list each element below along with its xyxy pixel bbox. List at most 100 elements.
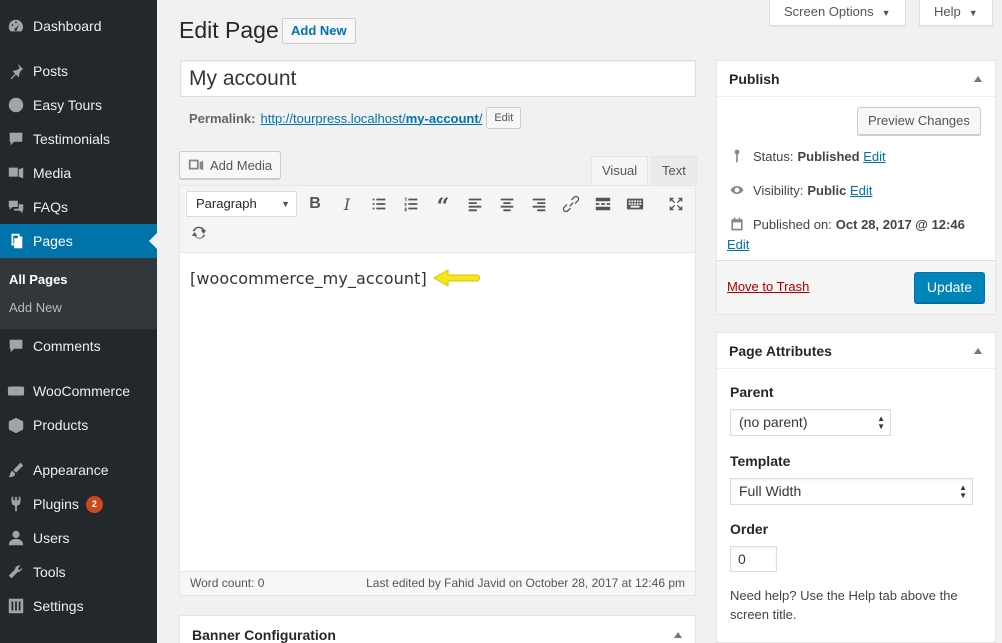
caret-up-icon[interactable]: [974, 76, 982, 82]
bold-button[interactable]: B: [303, 192, 327, 216]
read-more-icon: [595, 197, 611, 211]
page-attributes-header[interactable]: Page Attributes: [717, 333, 995, 369]
fullscreen-button[interactable]: [664, 192, 688, 216]
sidebar-item-label: Media: [33, 165, 72, 181]
pages-submenu: All Pages Add New: [0, 258, 157, 329]
status-value: Published: [797, 148, 860, 164]
status-edit-link[interactable]: Edit: [863, 149, 885, 164]
help-tab[interactable]: Help ▼: [919, 0, 993, 26]
permalink-edit-button[interactable]: Edit: [486, 107, 522, 129]
sidebar-item-pages[interactable]: Pages: [0, 224, 157, 258]
link-icon: [562, 195, 580, 213]
align-right-button[interactable]: [527, 192, 551, 216]
permalink-trailing: /: [478, 110, 483, 126]
bullet-list-button[interactable]: [367, 192, 391, 216]
globe-icon: [6, 95, 26, 115]
sidebar-item-media[interactable]: Media: [0, 156, 157, 190]
format-select-value: Paragraph: [196, 196, 257, 211]
published-edit-link[interactable]: Edit: [727, 237, 749, 252]
submenu-all-pages[interactable]: All Pages: [9, 272, 68, 287]
sidebar-item-comments[interactable]: Comments: [0, 329, 157, 363]
blockquote-button[interactable]: “: [431, 192, 455, 220]
numbered-list-button[interactable]: [399, 192, 423, 216]
published-on-row: Published on: Oct 28, 2017 @ 12:46: [729, 216, 965, 232]
order-label: Order: [730, 521, 769, 537]
align-left-icon: [468, 198, 482, 212]
post-title-input[interactable]: My account: [180, 60, 696, 97]
caret-down-icon: ▼: [281, 199, 290, 209]
sidebar-item-label: Posts: [33, 63, 69, 79]
parent-select[interactable]: (no parent) ▲ ▼: [730, 409, 891, 436]
add-new-button[interactable]: Add New: [282, 18, 356, 44]
bold-icon: B: [309, 195, 321, 212]
sidebar-item-plugins[interactable]: Plugins 2: [0, 487, 157, 521]
caret-down-icon: ▼: [881, 8, 891, 18]
screen-options-tab[interactable]: Screen Options ▼: [769, 0, 906, 26]
publish-box-header[interactable]: Publish: [717, 61, 995, 97]
comment-lines-icon: [6, 129, 26, 149]
order-input[interactable]: 0: [730, 546, 777, 572]
sidebar-item-faqs[interactable]: FAQs: [0, 190, 157, 224]
template-label: Template: [730, 453, 791, 469]
user-icon: [6, 528, 26, 548]
sidebar-item-settings[interactable]: Settings: [0, 589, 157, 623]
sidebar-item-label: WooCommerce: [33, 383, 130, 399]
sidebar-item-posts[interactable]: Posts: [0, 54, 157, 88]
format-select[interactable]: Paragraph ▼: [186, 191, 297, 217]
preview-changes-button[interactable]: Preview Changes: [857, 107, 981, 135]
caret-up-icon[interactable]: [974, 348, 982, 354]
page-attributes-title: Page Attributes: [729, 343, 832, 359]
visibility-edit-link[interactable]: Edit: [850, 183, 872, 198]
sidebar-item-label: Dashboard: [33, 18, 102, 34]
editor-content-area[interactable]: [woocommerce_my_account]: [180, 253, 695, 571]
sidebar-item-products[interactable]: Products: [0, 408, 157, 442]
banner-box-title: Banner Configuration: [192, 627, 336, 643]
editor-toolbar: Paragraph ▼ B I “: [180, 186, 695, 253]
last-edited: Last edited by Fahid Javid on October 28…: [366, 576, 685, 590]
tab-text[interactable]: Text: [651, 156, 697, 186]
italic-icon: I: [343, 194, 351, 214]
read-more-button[interactable]: [591, 192, 615, 216]
submenu-add-new[interactable]: Add New: [9, 300, 62, 315]
insert-link-button[interactable]: [559, 192, 583, 216]
updown-icon: ▲ ▼: [959, 482, 967, 500]
sidebar-item-label: Appearance: [33, 462, 109, 478]
sidebar-item-woocommerce[interactable]: WooCommerce: [0, 374, 157, 408]
refresh-icon: [191, 226, 207, 239]
align-left-button[interactable]: [463, 192, 487, 216]
add-media-button[interactable]: Add Media: [179, 151, 282, 179]
template-select[interactable]: Full Width ▲ ▼: [730, 478, 973, 505]
italic-button[interactable]: I: [335, 192, 359, 216]
banner-configuration-box[interactable]: Banner Configuration: [179, 615, 696, 643]
quote-icon: “: [436, 194, 450, 220]
sidebar-item-dashboard[interactable]: Dashboard: [0, 9, 157, 43]
page-title: Edit Page: [179, 17, 279, 43]
update-button[interactable]: Update: [914, 272, 985, 303]
move-to-trash-link[interactable]: Move to Trash: [727, 279, 809, 294]
permalink-url[interactable]: http://tourpress.localhost/my-account/: [260, 111, 482, 126]
numbered-list-icon: [404, 197, 418, 212]
visibility-row: Visibility: Public Edit: [729, 182, 872, 198]
align-center-button[interactable]: [495, 192, 519, 216]
update-count-badge: 2: [85, 495, 103, 513]
toolbar-toggle-button[interactable]: [623, 192, 647, 216]
editor-status-bar: Word count: 0 Last edited by Fahid Javid…: [180, 571, 695, 595]
sidebar-item-label: Users: [33, 530, 70, 546]
bullet-list-icon: [372, 198, 386, 210]
align-center-icon: [500, 198, 514, 212]
plug-icon: [6, 494, 26, 514]
sidebar-item-tools[interactable]: Tools: [0, 555, 157, 589]
pin-icon: [6, 61, 26, 81]
caret-up-icon[interactable]: [674, 632, 682, 638]
refresh-button[interactable]: [187, 221, 211, 245]
sidebar-item-testimonials[interactable]: Testimonials: [0, 122, 157, 156]
add-media-label: Add Media: [210, 157, 273, 173]
visibility-value: Public: [807, 182, 847, 198]
tab-visual[interactable]: Visual: [591, 156, 649, 186]
sidebar-item-appearance[interactable]: Appearance: [0, 453, 157, 487]
caret-down-icon: ▼: [968, 8, 978, 18]
published-value: Oct 28, 2017 @ 12:46: [835, 216, 965, 232]
woo-icon: [6, 381, 26, 401]
sidebar-item-users[interactable]: Users: [0, 521, 157, 555]
sidebar-item-easy-tours[interactable]: Easy Tours: [0, 88, 157, 122]
